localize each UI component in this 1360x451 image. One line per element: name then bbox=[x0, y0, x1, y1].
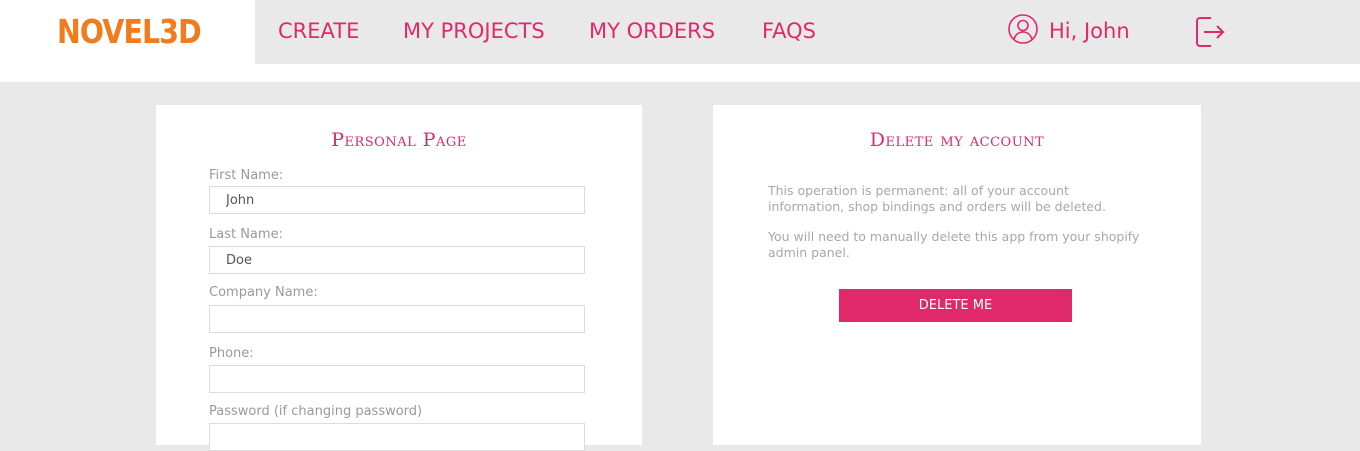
company-name-field[interactable] bbox=[209, 305, 585, 333]
user-greeting: Hi, John bbox=[1049, 19, 1130, 43]
delete-app-note-text: You will need to manually delete this ap… bbox=[768, 229, 1140, 260]
last-name-field[interactable] bbox=[209, 246, 585, 274]
logo-area: NOVEL3D bbox=[0, 0, 255, 82]
phone-label: Phone: bbox=[209, 346, 254, 361]
password-field[interactable] bbox=[209, 423, 585, 451]
top-bar: NOVEL3D CREATE MY PROJECTS MY ORDERS FAQ… bbox=[0, 0, 1360, 82]
password-label: Password (if changing password) bbox=[209, 404, 423, 419]
last-name-label: Last Name: bbox=[209, 227, 283, 242]
phone-field[interactable] bbox=[209, 365, 585, 393]
first-name-field[interactable] bbox=[209, 186, 585, 214]
logout-icon bbox=[1192, 17, 1228, 54]
company-name-label: Company Name: bbox=[209, 285, 318, 300]
nav-bar: CREATE MY PROJECTS MY ORDERS FAQS Hi, Jo… bbox=[255, 0, 1360, 64]
delete-warning-text: This operation is permanent: all of your… bbox=[768, 183, 1106, 214]
logout-button[interactable] bbox=[1192, 14, 1228, 50]
nav-my-projects[interactable]: MY PROJECTS bbox=[403, 16, 545, 46]
nav-create[interactable]: CREATE bbox=[278, 16, 359, 46]
user-circle-icon bbox=[1007, 13, 1039, 50]
personal-page-card: Personal Page First Name: Last Name: Com… bbox=[156, 105, 642, 451]
user-menu[interactable]: Hi, John bbox=[1007, 13, 1130, 50]
delete-me-button[interactable]: DELETE ME bbox=[839, 289, 1072, 322]
nav-my-orders[interactable]: MY ORDERS bbox=[589, 16, 715, 46]
logo[interactable]: NOVEL3D bbox=[57, 12, 202, 52]
personal-page-title: Personal Page bbox=[331, 129, 467, 151]
first-name-label: First Name: bbox=[209, 168, 284, 183]
nav-faqs[interactable]: FAQS bbox=[762, 16, 816, 46]
delete-account-title: Delete my account bbox=[869, 129, 1045, 151]
delete-account-card: Delete my account This operation is perm… bbox=[713, 105, 1201, 445]
